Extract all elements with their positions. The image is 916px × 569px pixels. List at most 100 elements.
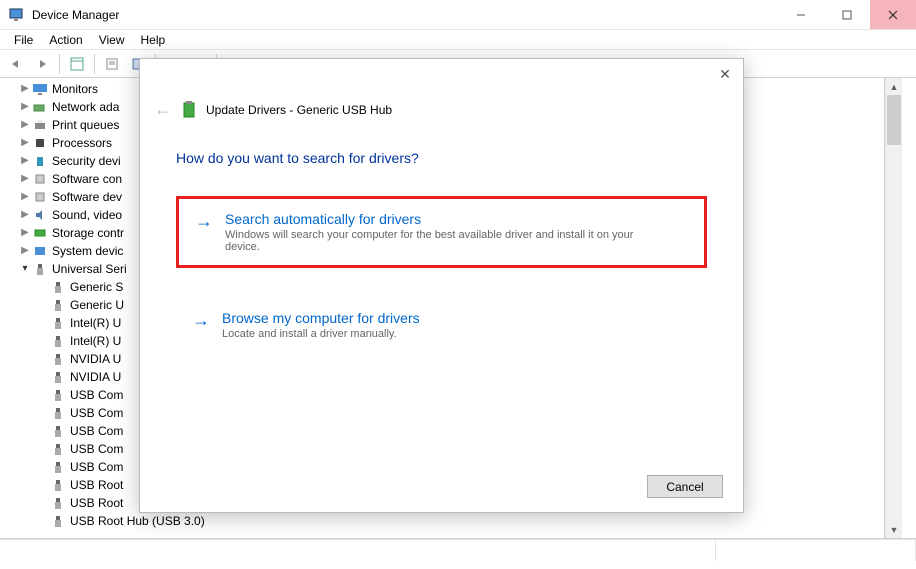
dialog-footer: Cancel bbox=[647, 475, 723, 498]
window-titlebar: Device Manager bbox=[0, 0, 916, 30]
sound-icon bbox=[32, 207, 48, 223]
option-title: Search automatically for drivers bbox=[225, 211, 655, 227]
option-desc: Locate and install a driver manually. bbox=[222, 328, 420, 340]
tree-label: Generic S bbox=[70, 278, 123, 296]
scroll-thumb[interactable] bbox=[887, 95, 901, 145]
option-title: Browse my computer for drivers bbox=[222, 310, 420, 326]
toolbar-separator bbox=[94, 54, 95, 74]
menu-view[interactable]: View bbox=[91, 31, 133, 49]
tree-label: USB Com bbox=[70, 404, 123, 422]
security-icon bbox=[32, 153, 48, 169]
chevron-right-icon: ▶ bbox=[18, 188, 32, 206]
software-icon bbox=[32, 171, 48, 187]
scroll-up-icon[interactable]: ▲ bbox=[886, 78, 902, 95]
option-content: Browse my computer for drivers Locate an… bbox=[222, 310, 420, 340]
storage-icon bbox=[32, 225, 48, 241]
tree-label: USB Root bbox=[70, 494, 123, 512]
tree-label: Software dev bbox=[52, 188, 122, 206]
back-arrow-icon[interactable]: ← bbox=[154, 99, 172, 120]
usb-device-icon bbox=[50, 369, 66, 385]
cancel-button[interactable]: Cancel bbox=[647, 475, 723, 498]
printer-icon bbox=[32, 117, 48, 133]
chevron-right-icon: ▶ bbox=[18, 152, 32, 170]
toolbar-separator bbox=[59, 54, 60, 74]
dialog-titlebar: ✕ bbox=[140, 59, 743, 89]
usb-device-icon bbox=[50, 387, 66, 403]
chevron-down-icon: ▾ bbox=[18, 260, 32, 278]
arrow-right-icon: → bbox=[195, 211, 213, 253]
option-content: Search automatically for drivers Windows… bbox=[225, 211, 655, 253]
chevron-right-icon: ▶ bbox=[18, 224, 32, 242]
update-drivers-dialog: ✕ ← Update Drivers - Generic USB Hub How… bbox=[139, 58, 744, 513]
option-browse-computer[interactable]: → Browse my computer for drivers Locate … bbox=[176, 298, 707, 352]
dialog-heading: How do you want to search for drivers? bbox=[176, 150, 707, 166]
chevron-right-icon: ▶ bbox=[18, 98, 32, 116]
usb-device-icon bbox=[50, 513, 66, 529]
arrow-right-icon: → bbox=[192, 310, 210, 340]
tree-label: Network ada bbox=[52, 98, 119, 116]
menu-help[interactable]: Help bbox=[133, 31, 174, 49]
software-icon bbox=[32, 189, 48, 205]
tree-label: Generic U bbox=[70, 296, 124, 314]
tree-label: USB Com bbox=[70, 440, 123, 458]
tree-label: USB Com bbox=[70, 386, 123, 404]
usb-device-icon bbox=[50, 315, 66, 331]
chevron-right-icon: ▶ bbox=[18, 170, 32, 188]
forward-button[interactable] bbox=[30, 52, 54, 76]
driver-icon bbox=[182, 100, 196, 120]
window-controls bbox=[778, 0, 916, 29]
dialog-title: Update Drivers - Generic USB Hub bbox=[206, 103, 392, 117]
tree-label: Software con bbox=[52, 170, 122, 188]
tree-item-usb-child[interactable]: USB Root Hub (USB 3.0) bbox=[36, 512, 884, 530]
dialog-close-button[interactable]: ✕ bbox=[713, 62, 737, 86]
tree-label: Intel(R) U bbox=[70, 332, 121, 350]
chevron-right-icon: ▶ bbox=[18, 80, 32, 98]
menu-action[interactable]: Action bbox=[41, 31, 90, 49]
tree-label: Intel(R) U bbox=[70, 314, 121, 332]
tree-label: NVIDIA U bbox=[70, 368, 121, 386]
option-desc: Windows will search your computer for th… bbox=[225, 229, 655, 253]
toolbar-btn-2[interactable] bbox=[100, 52, 124, 76]
chevron-right-icon: ▶ bbox=[18, 134, 32, 152]
tree-label: USB Com bbox=[70, 422, 123, 440]
scroll-down-icon[interactable]: ▼ bbox=[886, 521, 902, 538]
device-manager-icon bbox=[8, 7, 24, 23]
tree-label: Storage contr bbox=[52, 224, 124, 242]
dialog-header: ← Update Drivers - Generic USB Hub bbox=[140, 89, 743, 126]
usb-device-icon bbox=[50, 279, 66, 295]
menu-file[interactable]: File bbox=[6, 31, 41, 49]
tree-label: Print queues bbox=[52, 116, 119, 134]
usb-device-icon bbox=[50, 441, 66, 457]
tree-label: Processors bbox=[52, 134, 112, 152]
back-button[interactable] bbox=[4, 52, 28, 76]
window-title: Device Manager bbox=[32, 8, 778, 22]
tree-label: USB Root bbox=[70, 476, 123, 494]
minimize-button[interactable] bbox=[778, 0, 824, 29]
option-search-automatically[interactable]: → Search automatically for drivers Windo… bbox=[176, 196, 707, 268]
status-cell bbox=[716, 540, 916, 561]
tree-label: Sound, video bbox=[52, 206, 122, 224]
tree-label: System devic bbox=[52, 242, 123, 260]
dialog-body: How do you want to search for drivers? →… bbox=[140, 126, 743, 406]
usb-device-icon bbox=[50, 477, 66, 493]
usb-device-icon bbox=[50, 405, 66, 421]
cpu-icon bbox=[32, 135, 48, 151]
usb-device-icon bbox=[50, 351, 66, 367]
close-button[interactable] bbox=[870, 0, 916, 29]
status-cell bbox=[0, 540, 716, 561]
usb-device-icon bbox=[50, 297, 66, 313]
usb-device-icon bbox=[50, 333, 66, 349]
tree-label: Universal Seri bbox=[52, 260, 127, 278]
toolbar-btn-1[interactable] bbox=[65, 52, 89, 76]
usb-device-icon bbox=[50, 495, 66, 511]
chevron-right-icon: ▶ bbox=[18, 206, 32, 224]
tree-label: USB Com bbox=[70, 458, 123, 476]
chevron-right-icon: ▶ bbox=[18, 242, 32, 260]
maximize-button[interactable] bbox=[824, 0, 870, 29]
usb-device-icon bbox=[50, 459, 66, 475]
network-icon bbox=[32, 99, 48, 115]
vertical-scrollbar[interactable]: ▲ ▼ bbox=[885, 78, 902, 538]
status-bar bbox=[0, 539, 916, 561]
usb-device-icon bbox=[50, 423, 66, 439]
tree-label: USB Root Hub (USB 3.0) bbox=[70, 512, 205, 530]
